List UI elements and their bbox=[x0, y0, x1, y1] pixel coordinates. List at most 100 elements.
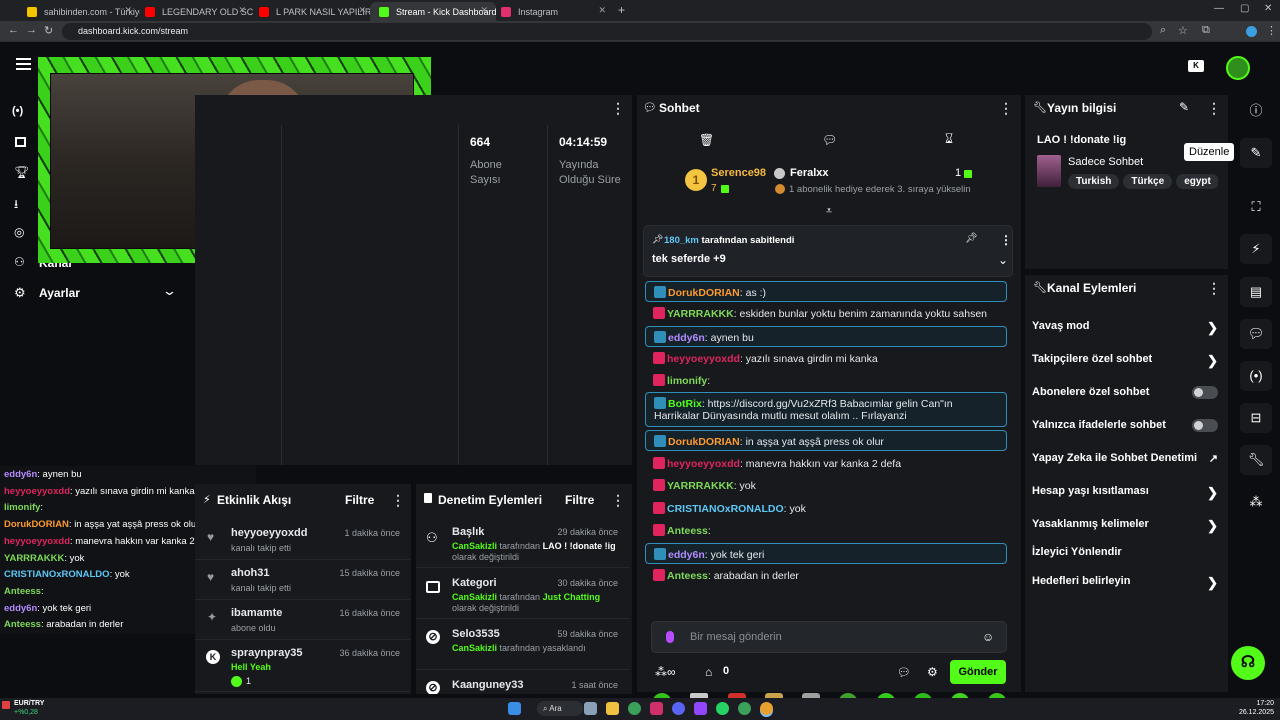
action-ai-moderation[interactable]: Yapay Zeka ile Sohbet Denetimi ↗ bbox=[1032, 452, 1232, 482]
chat-username[interactable]: heyyoeyyoxdd bbox=[667, 353, 740, 365]
pinned-by-user[interactable]: 180_km bbox=[664, 235, 699, 246]
chat-popout-icon[interactable]: 💬︎ bbox=[1240, 319, 1272, 349]
tag[interactable]: Turkish bbox=[1068, 174, 1120, 189]
chat-username[interactable]: YARRRAKKK bbox=[667, 308, 734, 320]
hourglass-icon[interactable]: ⌛︎ bbox=[945, 131, 953, 147]
action-subscribers-only[interactable]: Abonelere özel sohbet bbox=[1032, 386, 1232, 416]
chat-username[interactable]: Anteess bbox=[667, 525, 708, 537]
chat-settings-gear-icon[interactable]: ⚙ bbox=[927, 665, 938, 679]
minimize-window-icon[interactable]: — bbox=[1214, 3, 1224, 14]
leader-first-username[interactable]: Serence98 bbox=[711, 167, 766, 179]
send-button[interactable]: Gönder bbox=[950, 660, 1006, 684]
activity-kebab-icon[interactable]: ⋮ bbox=[391, 493, 405, 507]
chat-kebab-icon[interactable]: ⋮ bbox=[999, 101, 1013, 115]
feed-username[interactable]: ibamamte bbox=[231, 607, 282, 619]
stream-info-kebab-icon[interactable]: ⋮ bbox=[1207, 101, 1221, 115]
tools-wrench-icon[interactable]: 🔧︎ bbox=[1240, 445, 1272, 475]
chat-username[interactable]: DorukDORIAN bbox=[668, 436, 740, 448]
extensions-icon[interactable]: ⧉ bbox=[1202, 24, 1210, 37]
browser-tab[interactable]: sahibinden.com - Türkiye'nin O✕ bbox=[18, 2, 140, 21]
browser-tab[interactable]: LEGENDARY OLD SCHOOL HIP✕ bbox=[136, 2, 254, 21]
trophy-icon[interactable]: 🏆︎ bbox=[14, 165, 29, 179]
close-tab-icon[interactable]: ✕ bbox=[238, 5, 246, 16]
chat-input[interactable]: Bir mesaj gönderin ☺ bbox=[651, 621, 1007, 653]
file-explorer-icon[interactable] bbox=[606, 702, 619, 715]
action-banned-words[interactable]: Yasaklanmış kelimeler ❯ bbox=[1032, 518, 1232, 548]
bookmark-star-icon[interactable]: ☆ bbox=[1178, 24, 1188, 37]
zoom-icon[interactable]: ⌕ bbox=[1160, 24, 1166, 37]
moderation-filter-button[interactable]: Filtre bbox=[565, 493, 594, 507]
chat-username[interactable]: CRISTIANOxRONALDO bbox=[667, 503, 784, 515]
expand-pinned-icon[interactable]: ⌄ bbox=[998, 253, 1008, 267]
community-icon[interactable]: ◎ bbox=[14, 225, 24, 239]
user-avatar[interactable] bbox=[1226, 56, 1250, 80]
mod-actor[interactable]: CanSakizli bbox=[452, 541, 497, 551]
reload-icon[interactable]: ↻ bbox=[44, 24, 53, 37]
emoji-picker-icon[interactable]: ☺ bbox=[982, 630, 994, 644]
chat-username[interactable]: heyyoeyyoxdd bbox=[667, 458, 740, 470]
chat-username[interactable]: eddy6n bbox=[668, 549, 705, 561]
chrome-icon[interactable] bbox=[628, 702, 641, 715]
action-slow-mode[interactable]: Yavaş mod ❯ bbox=[1032, 320, 1232, 350]
category-name[interactable]: Sadece Sohbet bbox=[1068, 156, 1143, 168]
tag[interactable]: Türkçe bbox=[1123, 174, 1173, 189]
action-emotes-only[interactable]: Yalnızca ifadelerle sohbet bbox=[1032, 419, 1232, 449]
discord-icon[interactable] bbox=[672, 702, 685, 715]
new-tab-icon[interactable]: + bbox=[618, 3, 625, 17]
activity-filter-button[interactable]: Filtre bbox=[345, 493, 374, 507]
chat-username[interactable]: Anteess bbox=[667, 570, 708, 582]
upload-icon[interactable]: ⭳ bbox=[14, 195, 18, 216]
windows-start-icon[interactable] bbox=[508, 702, 521, 715]
whatsapp-icon[interactable] bbox=[716, 702, 729, 715]
focus-icon[interactable]: ⛶ bbox=[1240, 192, 1272, 222]
pinned-kebab-icon[interactable]: ⋮ bbox=[1000, 233, 1012, 247]
category-thumbnail[interactable] bbox=[1037, 155, 1061, 187]
task-view-icon[interactable] bbox=[584, 702, 597, 715]
mod-actor[interactable]: CanSakizli bbox=[452, 592, 497, 602]
close-tab-icon[interactable]: ✕ bbox=[358, 5, 366, 16]
browser-menu-icon[interactable]: ⋮ bbox=[1266, 24, 1277, 37]
quick-actions-lightning-icon[interactable]: ⚡︎ bbox=[1240, 234, 1272, 264]
taskbar-search[interactable]: ⌕ Ara bbox=[537, 701, 583, 716]
info-icon[interactable]: ⓘ bbox=[1240, 96, 1272, 126]
profile-avatar-icon[interactable] bbox=[1246, 26, 1257, 37]
toggle-switch[interactable] bbox=[1192, 386, 1218, 399]
close-tab-icon[interactable]: ✕ bbox=[598, 5, 606, 16]
chevron-down-icon[interactable]: ⌄ bbox=[162, 283, 177, 299]
browser-tab-active[interactable]: Stream - Kick Dashboard ✕ bbox=[370, 2, 496, 21]
chat-username[interactable]: DorukDORIAN bbox=[668, 287, 740, 299]
feed-username[interactable]: ahoh31 bbox=[231, 567, 270, 579]
chat-username[interactable]: limonify bbox=[667, 375, 707, 387]
notes-icon[interactable]: ▤ bbox=[1240, 277, 1272, 307]
chat-settings-bubble-icon[interactable]: 💬︎ bbox=[897, 666, 911, 679]
overview-kebab-icon[interactable]: ⋮ bbox=[611, 101, 625, 115]
channel-actions-kebab-icon[interactable]: ⋮ bbox=[1207, 281, 1221, 295]
hamburger-menu-icon[interactable] bbox=[16, 58, 31, 70]
active-chrome-icon[interactable] bbox=[760, 702, 773, 715]
mod-actor[interactable]: CanSakizli bbox=[452, 643, 497, 653]
chat-message-icon[interactable]: 💬︎ bbox=[822, 133, 837, 147]
broadcast-icon[interactable]: (•) bbox=[1240, 361, 1272, 391]
forward-icon[interactable]: → bbox=[26, 24, 37, 36]
action-account-age[interactable]: Hesap yaşı kısıtlaması ❯ bbox=[1032, 485, 1232, 515]
stream-icon[interactable]: (•) bbox=[12, 105, 23, 117]
action-set-goals[interactable]: Hedefleri belirleyin ❯ bbox=[1032, 575, 1232, 605]
leader-second-username[interactable]: Feralxx bbox=[790, 167, 829, 179]
moderation-kebab-icon[interactable]: ⋮ bbox=[611, 493, 625, 507]
action-host-viewers[interactable]: İzleyici Yönlendir bbox=[1032, 546, 1232, 576]
twitch-icon[interactable] bbox=[694, 702, 707, 715]
unpin-icon[interactable]: 📌︎ bbox=[965, 233, 978, 244]
channel-icon[interactable]: ⚇ bbox=[14, 255, 25, 269]
feed-username[interactable]: spraynpray35 bbox=[231, 647, 303, 659]
sidebar-item-ayarlar[interactable]: Ayarlar bbox=[39, 286, 80, 300]
support-headset-icon[interactable]: ☊ bbox=[1231, 646, 1265, 680]
microphone-icon[interactable] bbox=[666, 631, 674, 643]
toggle-switch[interactable] bbox=[1192, 419, 1218, 432]
close-tab-icon[interactable]: ✕ bbox=[124, 5, 132, 16]
chrome-profile-icon[interactable] bbox=[738, 702, 751, 715]
chat-username[interactable]: BotRix bbox=[668, 398, 702, 410]
chat-username[interactable]: eddy6n bbox=[668, 332, 705, 344]
analytics-icon[interactable] bbox=[15, 137, 26, 147]
tag[interactable]: egypt bbox=[1176, 174, 1218, 189]
ticker-name[interactable]: EUR/TRY bbox=[14, 700, 44, 707]
